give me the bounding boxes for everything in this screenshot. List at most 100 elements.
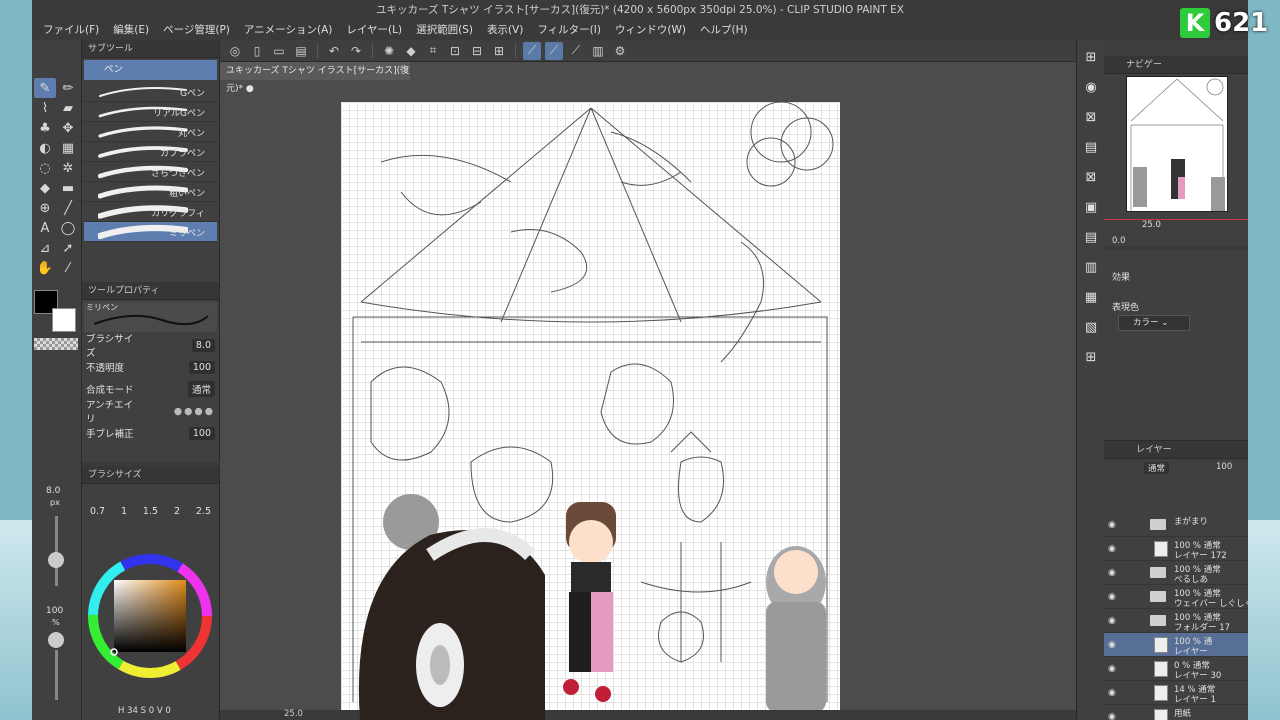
- item-bank-icon[interactable]: ▦: [1080, 286, 1102, 308]
- prop-antialias[interactable]: アンチエイリ ●●●●: [82, 400, 219, 425]
- material-icon[interactable]: ▤: [1080, 136, 1102, 158]
- brush-item[interactable]: リアルGペン: [84, 102, 217, 122]
- prop-value[interactable]: 8.0: [191, 338, 215, 352]
- eye-icon[interactable]: ◉: [1108, 616, 1116, 626]
- fill-icon[interactable]: ◆: [402, 42, 420, 60]
- menu-file[interactable]: ファイル(F): [36, 20, 106, 40]
- snap-guide-icon[interactable]: ⟋: [545, 41, 563, 60]
- navigator-icon[interactable]: ⊞: [1080, 46, 1102, 68]
- gradient-tool-icon[interactable]: ▬: [57, 178, 79, 198]
- zoom-tool-icon[interactable]: ⊕: [34, 198, 56, 218]
- menu-window[interactable]: ウィンドウ(W): [608, 20, 693, 40]
- pen-tool-icon[interactable]: ✎: [34, 78, 56, 98]
- navigator-angle-value[interactable]: 0.0: [1112, 236, 1126, 246]
- antialias-dots-icon[interactable]: ●●●●: [174, 406, 215, 417]
- brush-size-preset[interactable]: 0.7: [90, 506, 105, 517]
- brush-item[interactable]: 粗いペン: [84, 182, 217, 202]
- auto-action-icon[interactable]: ▥: [1080, 256, 1102, 278]
- layer-row[interactable]: ◉ 0 % 通常 レイヤー 30: [1104, 657, 1248, 681]
- eye-icon[interactable]: ◉: [1108, 520, 1116, 530]
- brush-size-preset[interactable]: 2.5: [196, 506, 211, 517]
- undo-icon[interactable]: ↶: [325, 42, 343, 60]
- brush-item[interactable]: カブラペン: [84, 142, 217, 162]
- brush-item[interactable]: カリグラフィ: [84, 202, 217, 222]
- close-tab-icon[interactable]: ●: [246, 84, 254, 94]
- hand-tool-icon[interactable]: ✋: [34, 258, 56, 278]
- document-tab[interactable]: ユキッカーズ Tシャツ イラスト[サーカス](復元)* ●: [220, 62, 410, 94]
- layer-blend-select[interactable]: 通常: [1144, 462, 1170, 474]
- sub-color-swatch[interactable]: [52, 308, 76, 332]
- color-wheel[interactable]: [82, 554, 220, 720]
- new-file-icon[interactable]: ▯: [248, 42, 266, 60]
- frame-tool-icon[interactable]: ⊿: [34, 238, 56, 258]
- brush-item[interactable]: 丸ペン: [84, 122, 217, 142]
- layer-row[interactable]: ◉ 14 % 通常 レイヤー 1: [1104, 681, 1248, 705]
- eraser-tool-icon[interactable]: ▰: [57, 98, 79, 118]
- prop-value[interactable]: 100: [188, 360, 215, 374]
- pencil-tool-icon[interactable]: ✏: [57, 78, 79, 98]
- eye-icon[interactable]: ◉: [1108, 592, 1116, 602]
- clip-studio-icon[interactable]: ◎: [226, 42, 244, 60]
- snap-grid-icon[interactable]: ⟋: [567, 42, 585, 60]
- decoration-tool-icon[interactable]: ♣: [34, 118, 56, 138]
- prop-opacity[interactable]: 不透明度 100: [82, 356, 219, 378]
- history-icon[interactable]: ▤: [1080, 226, 1102, 248]
- layer-row[interactable]: ◉ 用紙: [1104, 705, 1248, 720]
- search-icon[interactable]: ◉: [1080, 76, 1102, 98]
- navigator-thumbnail[interactable]: [1126, 76, 1228, 212]
- crop-icon[interactable]: ⊞: [490, 42, 508, 60]
- transform-icon[interactable]: ⌗: [424, 42, 442, 60]
- layer-property-icon[interactable]: ▣: [1080, 196, 1102, 218]
- brush-size-preset[interactable]: 2: [174, 506, 180, 517]
- brush-item[interactable]: Gペン: [84, 82, 217, 102]
- grid-tool-icon[interactable]: ▦: [57, 138, 79, 158]
- subtool-group-tab[interactable]: ペン: [84, 60, 217, 80]
- prop-stabilization[interactable]: 手ブレ補正 100: [82, 422, 219, 444]
- menu-help[interactable]: ヘルプ(H): [693, 20, 755, 40]
- brush-item[interactable]: ミリペン: [84, 222, 217, 242]
- transparent-color-swatch[interactable]: [34, 338, 78, 350]
- opacity-slider-thumb[interactable]: [48, 632, 64, 648]
- layer-row[interactable]: ◉ 100 % 通レイヤー: [1104, 633, 1248, 657]
- line-tool-icon[interactable]: ╱: [57, 198, 79, 218]
- prop-brush-size[interactable]: ブラシサイズ 8.0: [82, 334, 219, 359]
- brush-size-preset[interactable]: 1: [121, 506, 127, 517]
- size-slider-thumb[interactable]: [48, 552, 64, 568]
- move-tool-icon[interactable]: ✥: [57, 118, 79, 138]
- sub-view-icon[interactable]: ⊠: [1080, 106, 1102, 128]
- eye-icon[interactable]: ◉: [1108, 640, 1116, 650]
- save-icon[interactable]: ▤: [292, 42, 310, 60]
- eye-icon[interactable]: ◉: [1108, 568, 1116, 578]
- reference-icon[interactable]: ▥: [589, 42, 607, 60]
- layer-opacity-value[interactable]: 100: [1216, 462, 1232, 472]
- prop-value[interactable]: 100: [188, 426, 215, 440]
- eye-icon[interactable]: ◉: [1108, 544, 1116, 554]
- lasso-tool-icon[interactable]: ◌: [34, 158, 56, 178]
- layer-row[interactable]: ◉ 100 % 通常 フォルダー 17: [1104, 609, 1248, 633]
- brush-item[interactable]: ざらつきペン: [84, 162, 217, 182]
- invert-selection-icon[interactable]: ⊟: [468, 42, 486, 60]
- redo-icon[interactable]: ↷: [347, 42, 365, 60]
- menu-selection[interactable]: 選択範囲(S): [409, 20, 480, 40]
- timeline-icon[interactable]: ▧: [1080, 316, 1102, 338]
- balloon-tool-icon[interactable]: ◯: [57, 218, 79, 238]
- menu-view[interactable]: 表示(V): [480, 20, 530, 40]
- eye-icon[interactable]: ◉: [1108, 712, 1116, 720]
- menu-animation[interactable]: アニメーション(A): [237, 20, 339, 40]
- navigator-zoom-value[interactable]: 25.0: [1142, 220, 1161, 230]
- opacity-slider-track[interactable]: [55, 650, 58, 700]
- blend-tool-icon[interactable]: ◐: [34, 138, 56, 158]
- menu-layer[interactable]: レイヤー(L): [339, 20, 409, 40]
- close-panel-icon[interactable]: ⊠: [1080, 166, 1102, 188]
- snap-ruler-icon[interactable]: ⟋: [523, 41, 541, 60]
- layer-row[interactable]: ◉ 100 % 通常 ぺるしあ: [1104, 561, 1248, 585]
- brush-tool-icon[interactable]: ⌇: [34, 98, 56, 118]
- fill-tool-icon[interactable]: ◆: [34, 178, 56, 198]
- prop-value[interactable]: 通常: [187, 381, 215, 397]
- text-tool-icon[interactable]: A: [34, 218, 56, 238]
- eye-icon[interactable]: ◉: [1108, 664, 1116, 674]
- object-tool-icon[interactable]: ➚: [57, 238, 79, 258]
- open-file-icon[interactable]: ▭: [270, 42, 288, 60]
- size-slider-track[interactable]: [55, 516, 58, 586]
- layer-row[interactable]: ◉ まがまり: [1104, 513, 1248, 537]
